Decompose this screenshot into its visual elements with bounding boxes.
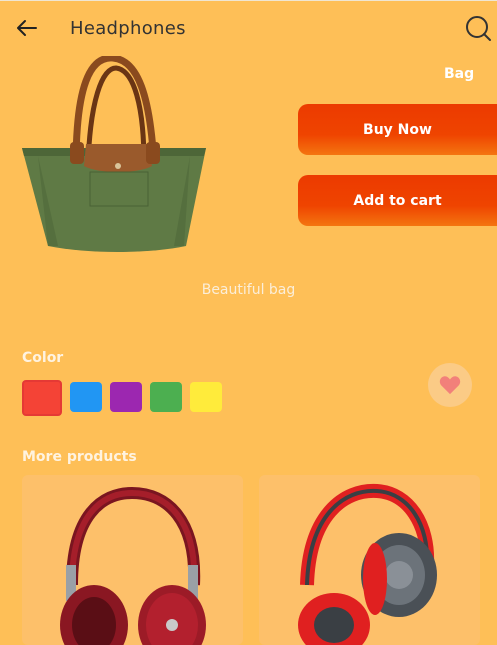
product-card[interactable]: [22, 475, 243, 645]
page-title: Headphones: [70, 18, 186, 39]
product-card[interactable]: [259, 475, 480, 645]
more-products-label: More products: [22, 449, 137, 465]
color-swatch-blue[interactable]: [70, 382, 102, 412]
color-swatch-red[interactable]: [22, 380, 62, 416]
back-button[interactable]: [12, 16, 40, 40]
buy-now-button[interactable]: Buy Now: [298, 104, 497, 155]
favorite-button[interactable]: [428, 363, 472, 407]
tote-bag-image: [22, 54, 206, 252]
color-swatch-purple[interactable]: [110, 382, 142, 412]
red-headphones-image: [60, 486, 206, 645]
product-image: [18, 54, 210, 256]
color-swatch-green[interactable]: [150, 382, 182, 412]
search-button[interactable]: [462, 14, 492, 44]
product-caption: Beautiful bag: [201, 282, 296, 298]
color-swatch-yellow[interactable]: [190, 382, 222, 412]
color-label: Color: [22, 350, 64, 366]
arrow-left-icon: [17, 20, 37, 36]
color-swatches: [22, 380, 222, 416]
search-icon: [466, 16, 491, 41]
heart-icon: [439, 376, 461, 395]
top-divider: [0, 0, 497, 1]
red-grey-headphones-image: [298, 483, 437, 645]
add-to-cart-button[interactable]: Add to cart: [298, 175, 497, 226]
product-category: Bag: [444, 66, 475, 82]
